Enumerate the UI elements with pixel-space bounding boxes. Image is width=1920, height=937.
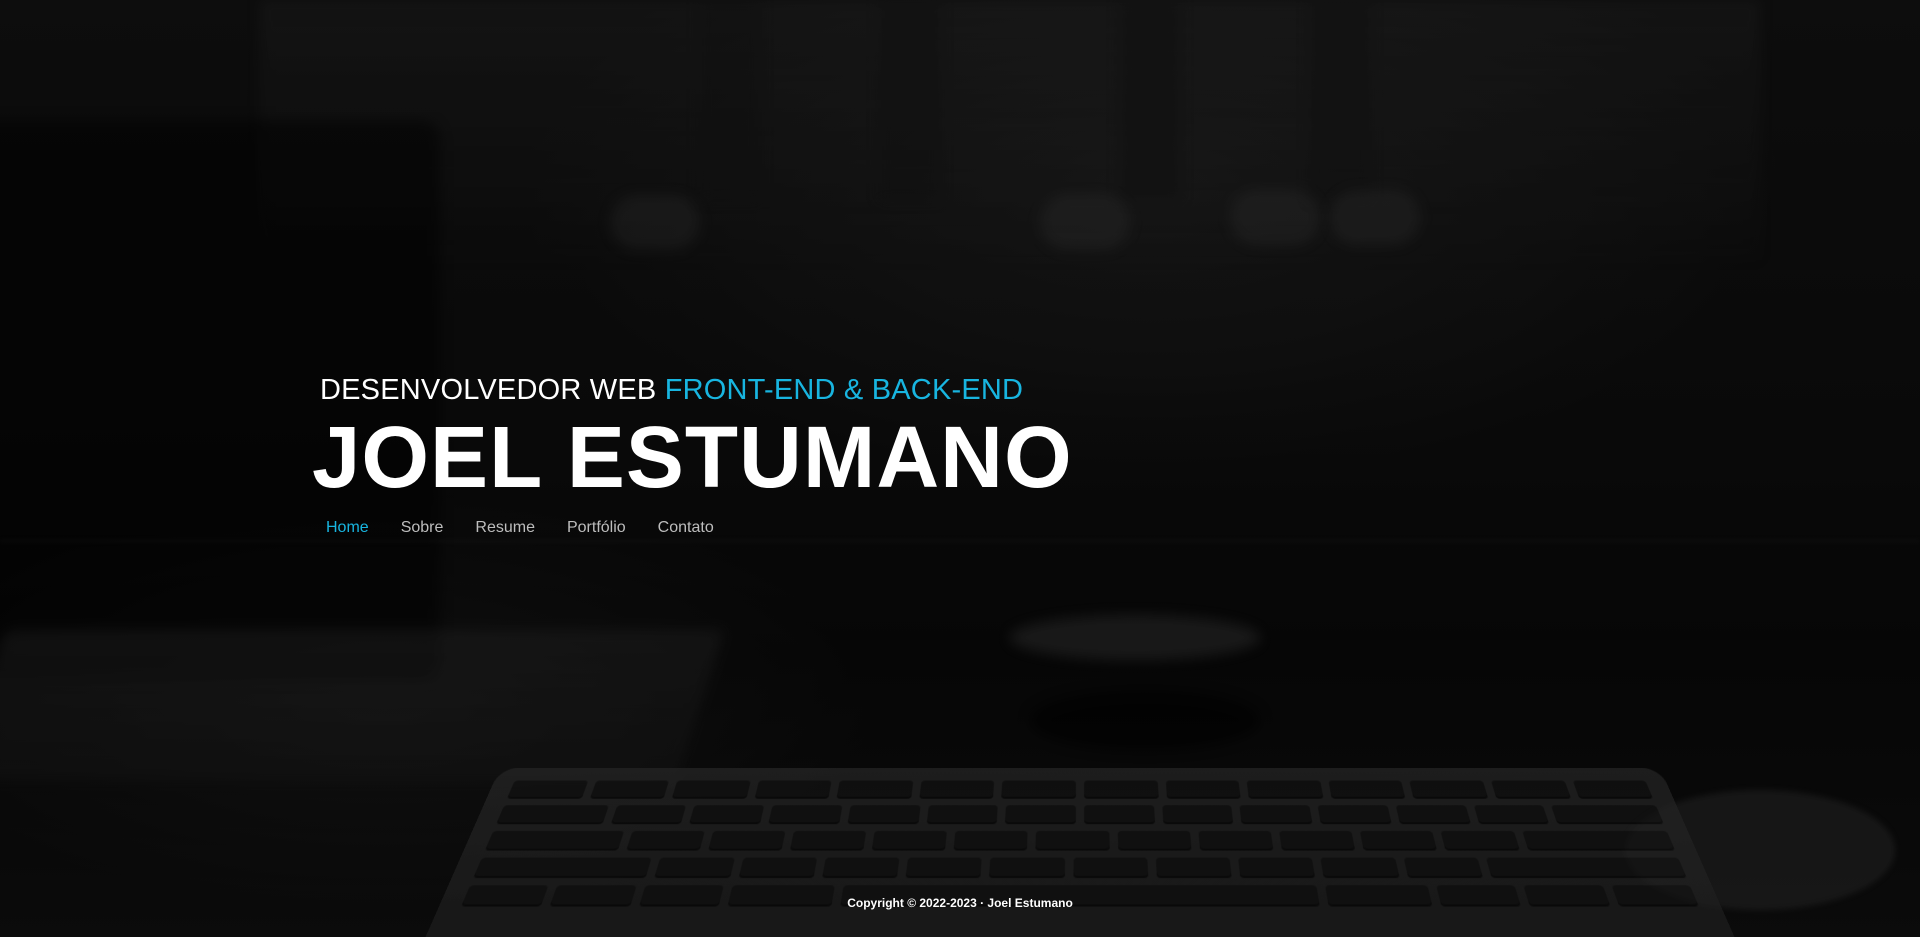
subtitle-accent: FRONT-END & BACK-END	[664, 374, 1024, 406]
hero-subtitle: DESENVOLVEDOR WEB FRONT-END & BACK-END	[320, 373, 1073, 408]
nav-link-contato[interactable]: Contato	[658, 519, 714, 536]
nav-item-home: Home	[326, 519, 369, 537]
nav-item-contato: Contato	[658, 519, 714, 537]
intro-header: DESENVOLVEDOR WEB FRONT-END & BACK-END J…	[312, 373, 1073, 537]
hero-section: DESENVOLVEDOR WEB FRONT-END & BACK-END J…	[0, 0, 1920, 937]
copyright-text: Copyright © 2022-2023 · Joel Estumano	[847, 896, 1073, 910]
nav-link-resume[interactable]: Resume	[475, 519, 535, 536]
nav-item-sobre: Sobre	[401, 519, 444, 537]
nav-link-sobre[interactable]: Sobre	[401, 519, 444, 536]
nav-link-portfolio[interactable]: Portfólio	[567, 519, 626, 536]
nav-item-resume: Resume	[475, 519, 535, 537]
main-nav: Home Sobre Resume Portfólio Contato	[326, 519, 1073, 537]
footer: Copyright © 2022-2023 · Joel Estumano	[0, 896, 1920, 910]
nav-item-portfolio: Portfólio	[567, 519, 626, 537]
subtitle-prefix: DESENVOLVEDOR WEB	[320, 374, 657, 406]
nav-link-home[interactable]: Home	[326, 519, 369, 536]
page-title: JOEL ESTUMANO	[312, 408, 1073, 506]
